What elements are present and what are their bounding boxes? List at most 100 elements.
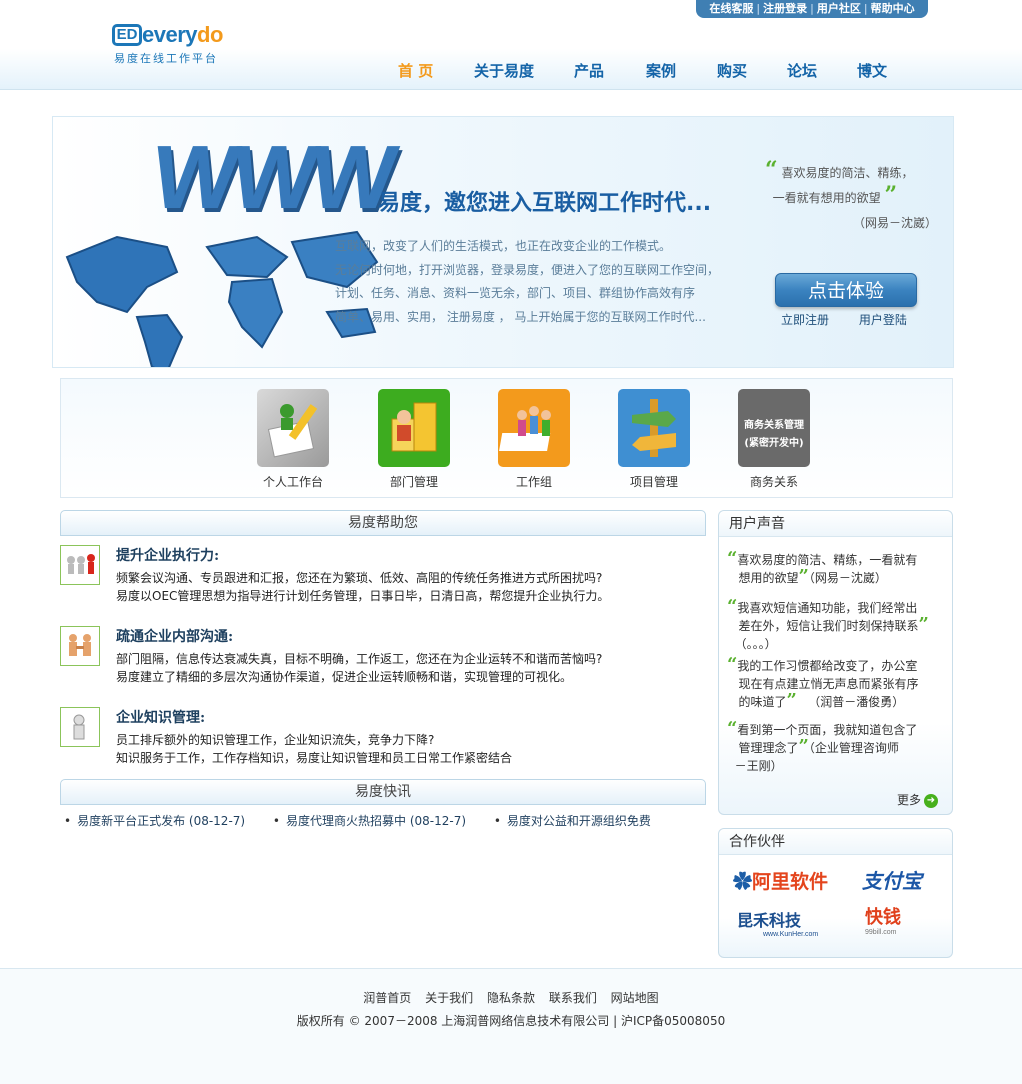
close-quote-icon: ”: [786, 690, 797, 711]
help-item-title: 疏通企业内部沟通:: [116, 629, 234, 645]
partner-alipay-logo[interactable]: 支付宝: [862, 865, 922, 894]
help-item-title: 企业知识管理:: [116, 710, 206, 726]
business-relation-icon: 商务关系管理 (紧密开发中): [738, 389, 810, 467]
banner-line: 互联网，改变了人们的生活模式，也正在改变企业的工作模式。: [335, 239, 672, 253]
top-link-help-center[interactable]: 帮助中心: [868, 2, 918, 15]
module-label: 项目管理: [629, 475, 678, 489]
top-links: 在线客服 | 注册登录 | 用户社区 | 帮助中心: [696, 0, 928, 18]
module-project[interactable]: 项目管理: [599, 389, 709, 490]
top-link-register-login[interactable]: 注册登录: [760, 2, 810, 15]
running-people-icon: [60, 545, 100, 585]
business-relation-badge-status: (紧密开发中): [744, 438, 804, 449]
footer-link-privacy[interactable]: 隐私条款: [487, 991, 535, 1005]
module-label: 工作组: [515, 475, 552, 489]
banner-line: 简单、易用、实用， 注册易度 ， 马上开始属于您的互联网工作时代...: [335, 309, 706, 324]
nav-forum[interactable]: 论坛: [787, 60, 817, 81]
module-label: 商务关系: [749, 475, 798, 489]
banner-links: 立即注册 用户登陆: [781, 311, 933, 328]
help-item-description: 员工排斥额外的知识管理工作，企业知识流失，竞争力下降? 知识服务于工作，工作存档…: [116, 733, 513, 765]
product-modules: 个人工作台 部门管理 工作组 项目管理 商务关系管理 (紧密开发中) 商务关系: [60, 378, 953, 498]
module-label: 个人工作台: [262, 475, 323, 489]
partners-box: 合作伙伴 ✿阿里软件 支付宝 昆禾科技 www.KunHer.com 快钱 99…: [718, 828, 953, 958]
99bill-url: 99bill.com: [865, 929, 897, 936]
footer-copyright: 版权所有 © 2007－2008 上海润普网络信息技术有限公司 | 沪ICP备0…: [296, 1014, 726, 1028]
user-voices-heading: 用户声音: [719, 511, 952, 537]
banner-line: 无论何时何地，打开浏览器，登录易度，便进入了您的互联网工作空间，: [335, 262, 720, 277]
user-voice-item: “喜欢易度的简洁、精练，一看就有 想用的欲望”（网易－沈崴）: [727, 548, 918, 587]
nav-blog[interactable]: 博文: [857, 60, 887, 81]
help-item-title: 提升企业执行力:: [116, 548, 220, 564]
nav-home[interactable]: 首 页: [398, 60, 433, 81]
news-list: 易度新平台正式发布 (08-12-7) 易度代理商火热招募中 (08-12-7)…: [64, 812, 675, 829]
module-business-relation[interactable]: 商务关系管理 (紧密开发中) 商务关系: [719, 389, 829, 490]
open-quote-icon: “: [727, 548, 738, 569]
footer-link-contact[interactable]: 联系我们: [549, 991, 597, 1005]
quote-author: （网易－沈崴）: [852, 216, 937, 230]
top-link-community[interactable]: 用户社区: [814, 2, 864, 15]
register-link[interactable]: 立即注册: [781, 313, 829, 327]
close-quote-icon: ”: [798, 736, 809, 757]
user-voice-item: “看到第一个页面，我就知道包含了 管理理念了”（企业管理咨询师 －王刚）: [727, 718, 918, 774]
nav-cases[interactable]: 案例: [646, 60, 676, 81]
partner-99bill-logo[interactable]: 快钱 99bill.com: [865, 903, 901, 936]
more-link[interactable]: 更多 ➜: [897, 791, 938, 808]
user-voices-box: 用户声音 “喜欢易度的简洁、精练，一看就有 想用的欲望”（网易－沈崴） “我喜欢…: [718, 510, 953, 815]
hero-banner: WWW 易度，邀您进入互联网工作时代... 互联网，改变了人们的生活模式，也正在…: [52, 116, 954, 368]
user-voice-item: “我喜欢短信通知功能，我们经常出 差在外，短信让我们时刻保持联系” （。。。）: [727, 596, 929, 652]
open-quote-icon: “: [727, 596, 738, 617]
banner-quote: “ 喜欢易度的简洁、精练， 一看就有想用的欲望 ” （网易－沈崴）: [765, 159, 945, 236]
quote-line: 一看就有想用的欲望: [772, 191, 881, 205]
footer-link-home[interactable]: 润普首页: [363, 991, 411, 1005]
partner-alisoft-logo[interactable]: ✿阿里软件: [733, 867, 828, 894]
banner-line: 计划、任务、消息、资料一览无余，部门、项目、群组协作高效有序: [335, 286, 696, 300]
top-link-online-service[interactable]: 在线客服: [706, 2, 756, 15]
news-item[interactable]: 易度对公益和开源组织免费: [494, 814, 651, 828]
partner-kunher-logo[interactable]: 昆禾科技 www.KunHer.com: [737, 907, 818, 938]
close-quote-icon: ”: [884, 182, 898, 208]
close-quote-icon: ”: [798, 566, 809, 587]
logo-mark: ED: [112, 24, 142, 46]
news-panel-heading: 易度快讯: [60, 779, 706, 805]
partners-heading: 合作伙伴: [719, 829, 952, 855]
logo-subtitle: 易度在线工作平台: [114, 52, 218, 65]
alisoft-mark-icon: ✿: [733, 872, 753, 893]
help-panel-heading: 易度帮助您: [60, 510, 706, 536]
footer-link-about[interactable]: 关于我们: [425, 991, 473, 1005]
help-item-description: 部门阻隔，信息传达衰减失真，目标不明确，工作返工，您还在为企业运转不和谐而苦恼吗…: [116, 652, 603, 684]
footer-links: 润普首页 关于我们 隐私条款 联系我们 网站地图: [0, 989, 1022, 1006]
site-header: 在线客服 | 注册登录 | 用户社区 | 帮助中心 ED everydo 易度在线工作平台 …: [0, 0, 1022, 90]
banner-title: 易度，邀您进入互联网工作时代...: [378, 191, 712, 216]
login-link[interactable]: 用户登陆: [859, 313, 907, 327]
personal-desk-icon: [257, 389, 329, 467]
footer-link-sitemap[interactable]: 网站地图: [611, 991, 659, 1005]
news-item[interactable]: 易度新平台正式发布 (08-12-7): [64, 814, 245, 828]
module-personal-desk[interactable]: 个人工作台: [238, 389, 348, 490]
logo-wordmark: everydo: [142, 22, 223, 47]
help-item-description: 频繁会议沟通、专员跟进和汇报，您还在为繁琐、低效、高阻的传统任务推进方式所困扰吗…: [116, 571, 610, 603]
module-label: 部门管理: [389, 475, 438, 489]
module-workgroup[interactable]: 工作组: [479, 389, 589, 490]
business-relation-badge-title: 商务关系管理: [744, 420, 804, 431]
news-item[interactable]: 易度代理商火热招募中 (08-12-7): [273, 814, 466, 828]
nav-buy[interactable]: 购买: [717, 60, 747, 81]
close-quote-icon: ”: [918, 614, 929, 635]
everydo-logo[interactable]: ED everydo 易度在线工作平台: [112, 22, 242, 68]
banner-description: 互联网，改变了人们的生活模式，也正在改变企业的工作模式。 无论何时何地，打开浏览…: [335, 235, 765, 329]
user-voice-item: “我的工作习惯都给改变了，办公室 现在有点建立悄无声息而紧张有序 的味道了” （…: [727, 654, 919, 711]
open-quote-icon: “: [727, 718, 738, 739]
project-icon: [618, 389, 690, 467]
open-quote-icon: “: [765, 157, 778, 183]
module-department[interactable]: 部门管理: [359, 389, 469, 490]
arrow-right-icon: ➜: [924, 793, 938, 808]
nav-products[interactable]: 产品: [574, 60, 604, 81]
www-graphic: WWW: [146, 128, 397, 228]
nav-about[interactable]: 关于易度: [474, 60, 534, 81]
site-footer: 润普首页 关于我们 隐私条款 联系我们 网站地图 版权所有 © 2007－200…: [0, 968, 1022, 1084]
department-icon: [378, 389, 450, 467]
quote-line: 喜欢易度的简洁、精练，: [781, 166, 914, 180]
experience-button[interactable]: 点击体验: [775, 273, 917, 307]
kunher-url: www.KunHer.com: [763, 931, 819, 938]
open-quote-icon: “: [727, 654, 738, 675]
handshake-icon: [60, 626, 100, 666]
workgroup-icon: [498, 389, 570, 467]
